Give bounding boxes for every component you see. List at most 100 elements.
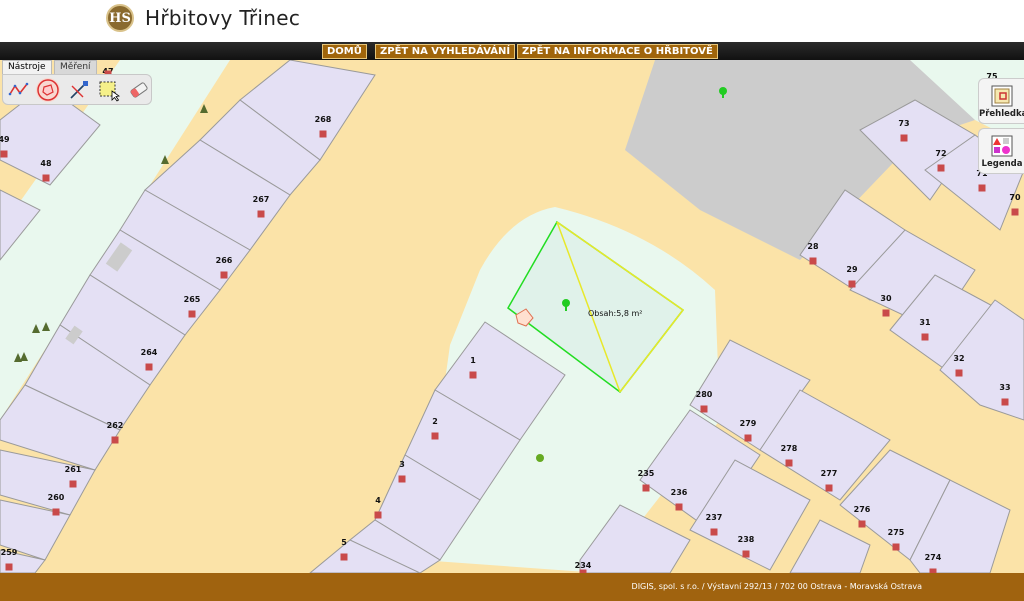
plot-label: 235 (638, 469, 655, 478)
plot-label: 238 (738, 535, 755, 544)
header: HS Hřbitovy Třinec (0, 0, 1024, 42)
grave-marker[interactable] (978, 184, 986, 192)
grave-marker[interactable] (220, 271, 228, 279)
plot-label: 30 (880, 294, 892, 303)
plot-label: 265 (184, 295, 201, 304)
grave-marker[interactable] (0, 150, 8, 158)
legend-icon (991, 135, 1013, 157)
plot-label: 262 (107, 421, 124, 430)
eraser-icon[interactable] (127, 78, 151, 102)
select-rectangle-icon[interactable] (97, 78, 121, 102)
footer-text: DIGIS, spol. s r.o. / Výstavní 292/13 / … (631, 582, 922, 591)
plot-label: 72 (935, 149, 946, 158)
page-title: Hřbitovy Třinec (145, 6, 301, 30)
plot-label: 5 (341, 538, 347, 547)
legend-button[interactable]: Legenda (978, 128, 1024, 174)
grave-marker[interactable] (340, 553, 348, 561)
plot-label: 234 (575, 561, 592, 570)
grave-marker[interactable] (1011, 208, 1019, 216)
toolbar (2, 74, 152, 105)
grave-marker[interactable] (900, 134, 908, 142)
grave-marker[interactable] (825, 484, 833, 492)
plot-label: 278 (781, 444, 798, 453)
plot-label: 276 (854, 505, 871, 514)
plot-label: 29 (846, 265, 858, 274)
grave-marker[interactable] (785, 459, 793, 467)
plot-label: 260 (48, 493, 65, 502)
plot-label: 277 (821, 469, 838, 478)
overview-map-label: Přehledka (979, 109, 1024, 119)
grave-marker[interactable] (42, 174, 50, 182)
grave-marker[interactable] (257, 210, 265, 218)
back-to-search-button[interactable]: ZPĚT NA VYHLEDÁVÁNÍ (375, 44, 516, 59)
grave-marker[interactable] (937, 164, 945, 172)
plot-label: 33 (999, 383, 1010, 392)
plot-label: 274 (925, 553, 942, 562)
overview-map-icon (991, 85, 1013, 107)
grave-marker[interactable] (469, 371, 477, 379)
plot-label: 268 (315, 115, 332, 124)
grave-marker[interactable] (675, 503, 683, 511)
grave-marker[interactable] (374, 511, 382, 519)
polyline-measure-icon[interactable] (7, 78, 31, 102)
grave-marker[interactable] (710, 528, 718, 536)
grave-marker[interactable] (111, 436, 119, 444)
plot-label: 259 (1, 548, 18, 557)
plot-label: 70 (1009, 193, 1021, 202)
plot-label: 1 (470, 356, 476, 365)
grave-marker[interactable] (5, 563, 13, 571)
navbar: DOMŮ ZPĚT NA VYHLEDÁVÁNÍ ZPĚT NA INFORMA… (0, 42, 1024, 61)
grave-marker[interactable] (700, 405, 708, 413)
footer: DIGIS, spol. s r.o. / Výstavní 292/13 / … (0, 573, 1024, 601)
grave-marker[interactable] (642, 484, 650, 492)
grave-marker[interactable] (431, 432, 439, 440)
plot-label: 267 (253, 195, 270, 204)
plot-label: 28 (807, 242, 819, 251)
plot-label: 237 (706, 513, 723, 522)
grave-marker[interactable] (744, 434, 752, 442)
plot-label: 32 (953, 354, 964, 363)
grave-marker[interactable] (742, 550, 750, 558)
plot-label: 280 (696, 390, 713, 399)
logo[interactable]: HS (106, 4, 134, 32)
grave-marker[interactable] (882, 309, 890, 317)
plot-label: 261 (65, 465, 82, 474)
map-view[interactable]: Obsah:5,8 m² 474948268267266265264262261… (0, 60, 1024, 573)
plot-label: 266 (216, 256, 233, 265)
plot-label: 2 (432, 417, 438, 426)
polygon-area-icon[interactable] (36, 78, 60, 102)
grave-marker[interactable] (848, 280, 856, 288)
area-label: Obsah:5,8 m² (588, 309, 642, 318)
tool-panel: Nástroje Měření (2, 60, 152, 106)
plot-label: 48 (40, 159, 52, 168)
plot-label: 3 (399, 460, 405, 469)
back-to-cemetery-info-button[interactable]: ZPĚT NA INFORMACE O HŘBITOVĚ (517, 44, 718, 59)
grave-marker[interactable] (145, 363, 153, 371)
grave-marker[interactable] (69, 480, 77, 488)
plot-label: 264 (141, 348, 158, 357)
home-button[interactable]: DOMŮ (322, 44, 367, 59)
grave-marker[interactable] (809, 257, 817, 265)
map-canvas[interactable]: Obsah:5,8 m² 474948268267266265264262261… (0, 60, 1024, 573)
plot-label: 275 (888, 528, 905, 537)
grave-marker[interactable] (1001, 398, 1009, 406)
overview-map-button[interactable]: Přehledka (978, 78, 1024, 124)
grave-marker[interactable] (319, 130, 327, 138)
plot-label: 4 (375, 496, 381, 505)
plot-label: 31 (919, 318, 931, 327)
grave-marker[interactable] (892, 543, 900, 551)
plot-label: 279 (740, 419, 757, 428)
grave-marker[interactable] (858, 520, 866, 528)
plot-label: 49 (0, 135, 10, 144)
legend-label: Legenda (981, 159, 1023, 169)
grave-marker[interactable] (398, 475, 406, 483)
grave-marker[interactable] (188, 310, 196, 318)
ruler-edit-icon[interactable] (67, 78, 91, 102)
plot-label: 236 (671, 488, 688, 497)
plot-label: 73 (898, 119, 909, 128)
grave-marker[interactable] (955, 369, 963, 377)
grave-marker[interactable] (921, 333, 929, 341)
tab-mereni[interactable]: Měření (54, 60, 97, 74)
tab-nastroje[interactable]: Nástroje (2, 60, 52, 74)
grave-marker[interactable] (52, 508, 60, 516)
